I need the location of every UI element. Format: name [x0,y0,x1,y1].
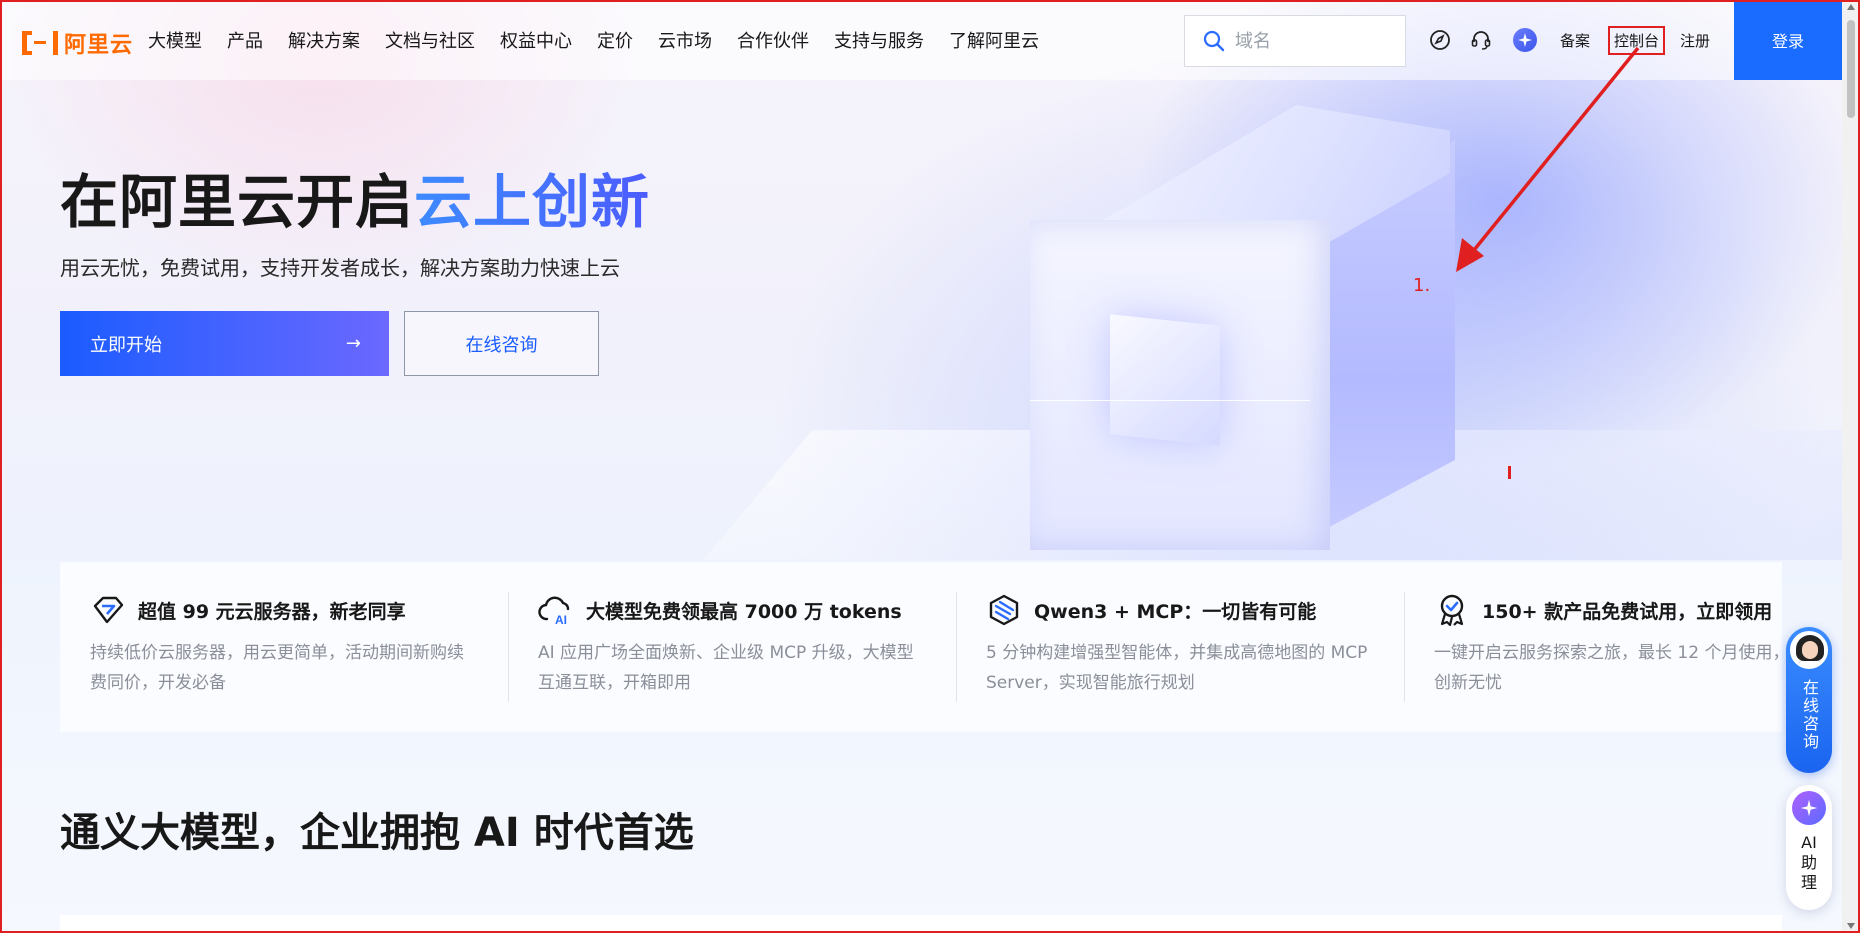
svg-text:AI: AI [555,613,567,627]
scroll-up-icon[interactable] [1847,4,1855,10]
search-icon [1203,30,1225,52]
feature-card[interactable]: Qwen3 + MCP：一切皆有可能 5 分钟构建增强型智能体，并集成高德地图的… [956,562,1404,732]
model-panel [60,915,1782,933]
agent-avatar [1790,631,1828,669]
feature-card[interactable]: 150+ 款产品免费试用，立即领用 一键开启云服务探索之旅，最长 12 个月使用… [1404,562,1852,732]
float-ai-assistant-button[interactable]: AI助理 [1786,785,1832,910]
nav-item-docs-community[interactable]: 文档与社区 [385,27,475,53]
hero-title: 在阿里云开启云上创新 [60,155,650,239]
search-input[interactable] [1235,30,1395,52]
ai-star-icon[interactable] [1513,28,1537,52]
console-link[interactable]: 控制台 [1607,26,1666,55]
hero-title-accent: 云上创新 [414,168,651,236]
nav-item-solutions[interactable]: 解决方案 [288,27,360,53]
feature-desc: AI 应用广场全面焕新、企业级 MCP 升级，大模型互通互联，开箱即用 [538,643,914,693]
hero-subtitle: 用云无忧，免费试用，支持开发者成长，解决方案助力快速上云 [60,256,620,280]
layers-icon [989,594,1019,626]
feature-card[interactable]: AI 大模型免费领最高 7000 万 tokens AI 应用广场全面焕新、企业… [508,562,956,732]
feature-card[interactable]: 超值 99 元云服务器，新老同享 持续低价云服务器，用云更简单，活动期间新购续费… [60,562,508,732]
feature-desc: 一键开启云服务探索之旅，最长 12 个月使用，助您创新无忧 [1434,643,1824,693]
cube-illustration [627,100,1842,560]
cloud-ai-icon: AI [538,596,570,627]
beian-link[interactable]: 备案 [1560,30,1590,51]
top-navbar: 阿里云 大模型 产品 解决方案 文档与社区 权益中心 定价 云市场 合作伙伴 支… [0,0,1842,80]
start-now-label: 立即开始 [90,334,162,356]
scroll-down-icon[interactable] [1847,923,1855,929]
feature-title: 超值 99 元云服务器，新老同享 [138,600,406,623]
feature-cards: 超值 99 元云服务器，新老同享 持续低价云服务器，用云更简单，活动期间新购续费… [60,562,1823,732]
nav-item-marketplace[interactable]: 云市场 [658,27,712,53]
nav-item-large-model[interactable]: 大模型 [148,27,202,53]
aliyun-logo-icon [22,31,58,55]
arrow-right-icon: → [345,333,361,354]
nav-item-benefits[interactable]: 权益中心 [500,27,572,53]
nav-item-products[interactable]: 产品 [227,27,263,53]
page-scrollbar[interactable] [1842,0,1860,933]
nav-item-pricing[interactable]: 定价 [597,27,633,53]
sparkle-icon [1518,33,1532,47]
register-link[interactable]: 注册 [1680,30,1710,51]
feature-title: 150+ 款产品免费试用，立即领用 [1482,600,1773,623]
feature-desc: 5 分钟构建增强型智能体，并集成高德地图的 MCP Server，实现智能旅行规… [986,643,1368,693]
search-box[interactable] [1184,15,1406,67]
diamond-icon [93,596,124,624]
feature-title: Qwen3 + MCP：一切皆有可能 [1034,600,1317,623]
online-consult-button[interactable]: 在线咨询 [404,311,599,376]
start-now-button[interactable]: 立即开始 → [60,311,389,376]
feature-desc: 持续低价云服务器，用云更简单，活动期间新购续费同价，开发必备 [90,643,464,693]
nav-menu: 大模型 产品 解决方案 文档与社区 权益中心 定价 云市场 合作伙伴 支持与服务… [148,0,1064,80]
login-button[interactable]: 登录 [1734,0,1842,80]
compass-icon[interactable] [1428,28,1452,52]
annotation-mark [1508,466,1511,479]
scroll-thumb[interactable] [1847,20,1855,118]
nav-item-support[interactable]: 支持与服务 [834,27,924,53]
headset-icon[interactable] [1469,28,1493,52]
float-consult-label: 在线咨询 [1800,679,1819,751]
float-ai-label: AI助理 [1800,833,1817,892]
award-icon [1440,594,1464,627]
aliyun-logo[interactable]: 阿里云 [22,27,133,59]
logo-text: 阿里云 [64,33,134,58]
section-title: 通义大模型，企业拥抱 AI 时代首选 [60,810,694,856]
ai-sparkle-icon [1792,791,1826,825]
hero-title-main: 在阿里云开启 [60,168,415,236]
annotation-step-label: 1. [1413,275,1431,296]
float-consult-button[interactable]: 在线咨询 [1786,627,1832,773]
feature-title: 大模型免费领最高 7000 万 tokens [586,600,902,623]
nav-item-about[interactable]: 了解阿里云 [949,27,1039,53]
nav-item-partners[interactable]: 合作伙伴 [737,27,809,53]
